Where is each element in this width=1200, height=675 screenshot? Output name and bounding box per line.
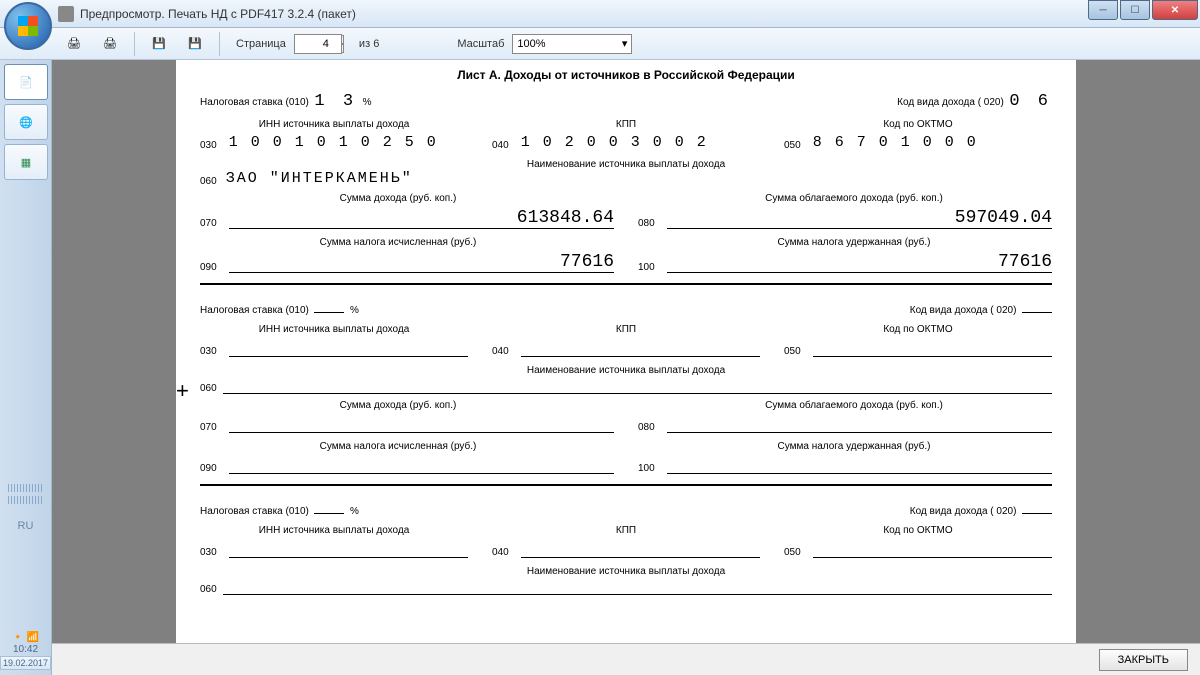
zoom-label: Масштаб xyxy=(457,38,504,50)
save-icon xyxy=(152,37,166,50)
footer: ЗАКРЫТЬ xyxy=(52,643,1200,675)
field-060-name: ЗАО "ИНТЕРКАМЕНЬ" xyxy=(226,170,413,187)
document-icon xyxy=(19,76,33,89)
sidebar-web-button[interactable] xyxy=(4,104,48,140)
window-title: Предпросмотр. Печать НД с PDF417 3.2.4 (… xyxy=(80,7,356,21)
page-label: Страница xyxy=(236,38,286,50)
document-page: Лист А. Доходы от источников в Российско… xyxy=(176,60,1076,643)
field-050-oktmo: 8 6 7 0 1 0 0 0 xyxy=(813,134,978,151)
field-080-taxable: 597049.04 xyxy=(667,208,1052,228)
sheet-title: Лист А. Доходы от источников в Российско… xyxy=(200,68,1052,82)
taxable-header: Сумма облагаемого дохода (руб. коп.) xyxy=(656,193,1052,204)
grid-icon xyxy=(21,156,31,169)
titlebar: Предпросмотр. Печать НД с PDF417 3.2.4 (… xyxy=(0,0,1200,28)
cursor-cross-icon: + xyxy=(176,378,189,404)
sidebar-doc-button[interactable] xyxy=(4,64,48,100)
sidebar: RU 🔸 📶 10:42 19.02.2017 xyxy=(0,60,52,675)
field-040-empty xyxy=(521,339,760,357)
field-090-empty xyxy=(229,456,614,474)
tax-held-header: Сумма налога удержанная (руб.) xyxy=(656,237,1052,248)
date: 19.02.2017 xyxy=(0,656,51,670)
minimize-button[interactable] xyxy=(1088,0,1118,20)
save-all-button[interactable] xyxy=(179,30,211,58)
field-090-tax-calc: 77616 xyxy=(229,252,614,272)
clock: 10:42 xyxy=(0,644,51,655)
page-number-input[interactable] xyxy=(294,34,342,54)
field-050-empty xyxy=(813,339,1052,357)
field-070-income: 613848.64 xyxy=(229,208,614,228)
field-080-empty xyxy=(667,415,1052,433)
grip xyxy=(8,496,43,504)
app-icon xyxy=(58,6,74,22)
separator xyxy=(134,32,135,56)
chevron-down-icon: ▾ xyxy=(622,37,628,50)
sidebar-grid-button[interactable] xyxy=(4,144,48,180)
field-060-empty xyxy=(223,376,1052,394)
save-button[interactable] xyxy=(143,30,175,58)
tax-calc-header: Сумма налога исчисленная (руб.) xyxy=(200,237,596,248)
save-all-icon xyxy=(188,37,202,50)
print-all-button[interactable] xyxy=(94,30,126,58)
tray: 🔸 📶 10:42 19.02.2017 xyxy=(0,631,51,671)
income-header: Сумма дохода (руб. коп.) xyxy=(200,193,596,204)
field-100-empty xyxy=(667,456,1052,474)
field-070-empty xyxy=(229,415,614,433)
field-010-rate: 1 3 xyxy=(314,92,357,111)
preview-area[interactable]: Лист А. Доходы от источников в Российско… xyxy=(52,60,1200,643)
language-indicator[interactable]: RU xyxy=(0,520,51,532)
zoom-select[interactable]: 100%▾ xyxy=(512,34,632,54)
grip xyxy=(8,484,43,492)
field-040-kpp: 1 0 2 0 0 3 0 0 2 xyxy=(521,134,708,151)
field-100-tax-held: 77616 xyxy=(667,252,1052,272)
start-orb[interactable] xyxy=(4,2,52,50)
globe-icon xyxy=(19,116,33,129)
toolbar: Страница ▲▼ из 6 Масштаб 100%▾ xyxy=(0,28,1200,60)
field-020-kind: 0 6 xyxy=(1009,92,1052,111)
oktmo-header: Код по ОКТМО xyxy=(784,119,1052,130)
field-030-inn: 1 0 0 1 0 1 0 2 5 0 xyxy=(229,134,438,151)
name-header: Наименование источника выплаты дохода xyxy=(200,159,1052,170)
of-label: из 6 xyxy=(356,38,379,50)
maximize-button[interactable] xyxy=(1120,0,1150,20)
field-030-empty xyxy=(229,339,468,357)
print-button[interactable] xyxy=(58,30,90,58)
printer-icon xyxy=(103,37,117,50)
window-close-button[interactable] xyxy=(1152,0,1198,20)
close-button[interactable]: ЗАКРЫТЬ xyxy=(1099,649,1188,671)
printer-icon xyxy=(67,37,81,50)
inn-header: ИНН источника выплаты дохода xyxy=(200,119,468,130)
kpp-header: КПП xyxy=(492,119,760,130)
separator xyxy=(219,32,220,56)
